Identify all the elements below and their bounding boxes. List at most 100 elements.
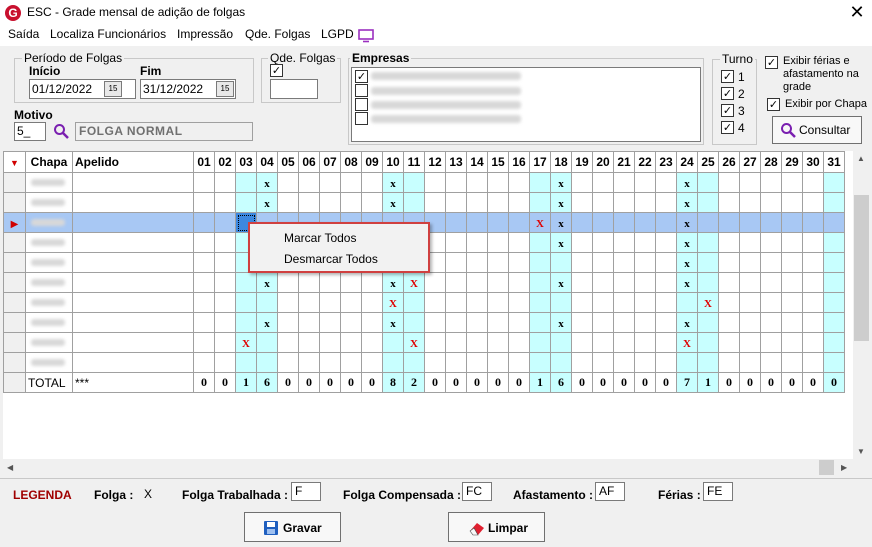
day-cell-05[interactable] bbox=[277, 312, 299, 333]
scroll-down-icon[interactable]: ▼ bbox=[857, 447, 865, 456]
table-row[interactable]: xxxx bbox=[3, 192, 845, 213]
day-cell-19[interactable] bbox=[571, 192, 593, 213]
day-cell-15[interactable] bbox=[487, 352, 509, 373]
header-day-08[interactable]: 08 bbox=[340, 151, 362, 173]
header-day-23[interactable]: 23 bbox=[655, 151, 677, 173]
day-cell-22[interactable] bbox=[634, 232, 656, 253]
day-cell-11[interactable] bbox=[403, 192, 425, 213]
day-cell-24[interactable]: x bbox=[676, 172, 698, 193]
day-cell-01[interactable] bbox=[193, 352, 215, 373]
day-cell-08[interactable] bbox=[340, 172, 362, 193]
day-cell-15[interactable] bbox=[487, 232, 509, 253]
day-cell-31[interactable] bbox=[823, 212, 845, 233]
day-cell-31[interactable] bbox=[823, 272, 845, 293]
day-cell-07[interactable] bbox=[319, 312, 341, 333]
day-cell-24[interactable]: x bbox=[676, 272, 698, 293]
turno-1-checkbox[interactable]: ✓ bbox=[721, 70, 734, 83]
empresa-checkbox[interactable] bbox=[355, 84, 368, 97]
day-cell-29[interactable] bbox=[781, 232, 803, 253]
day-cell-30[interactable] bbox=[802, 352, 824, 373]
day-cell-21[interactable] bbox=[613, 192, 635, 213]
day-cell-04[interactable] bbox=[256, 292, 278, 313]
day-cell-16[interactable] bbox=[508, 212, 530, 233]
day-cell-28[interactable] bbox=[760, 332, 782, 353]
day-cell-04[interactable]: x bbox=[256, 272, 278, 293]
day-cell-22[interactable] bbox=[634, 332, 656, 353]
apelido-cell[interactable] bbox=[72, 332, 194, 353]
day-cell-19[interactable] bbox=[571, 312, 593, 333]
day-cell-01[interactable] bbox=[193, 172, 215, 193]
day-cell-31[interactable] bbox=[823, 192, 845, 213]
day-cell-18[interactable]: x bbox=[550, 272, 572, 293]
menu-localiza-funcionarios[interactable]: Localiza Funcionários bbox=[50, 27, 166, 41]
legend-afastamento-field[interactable]: AF bbox=[595, 482, 625, 501]
row-indicator[interactable] bbox=[3, 332, 26, 353]
day-cell-19[interactable] bbox=[571, 212, 593, 233]
day-cell-18[interactable]: x bbox=[550, 192, 572, 213]
day-cell-18[interactable] bbox=[550, 352, 572, 373]
day-cell-30[interactable] bbox=[802, 252, 824, 273]
header-day-02[interactable]: 02 bbox=[214, 151, 236, 173]
day-cell-23[interactable] bbox=[655, 192, 677, 213]
day-cell-20[interactable] bbox=[592, 192, 614, 213]
table-row[interactable]: x x Xx x bbox=[3, 272, 845, 293]
header-chapa[interactable]: Chapa bbox=[25, 151, 73, 173]
day-cell-01[interactable] bbox=[193, 232, 215, 253]
day-cell-12[interactable] bbox=[424, 272, 446, 293]
exibir-chapa-checkbox[interactable]: ✓ bbox=[767, 98, 780, 111]
day-cell-11[interactable] bbox=[403, 292, 425, 313]
day-cell-22[interactable] bbox=[634, 212, 656, 233]
day-cell-15[interactable] bbox=[487, 172, 509, 193]
day-cell-18[interactable] bbox=[550, 252, 572, 273]
header-day-27[interactable]: 27 bbox=[739, 151, 761, 173]
header-day-05[interactable]: 05 bbox=[277, 151, 299, 173]
day-cell-30[interactable] bbox=[802, 312, 824, 333]
day-cell-28[interactable] bbox=[760, 352, 782, 373]
menu-lgpd[interactable]: LGPD bbox=[321, 27, 354, 41]
day-cell-24[interactable]: x bbox=[676, 252, 698, 273]
day-cell-16[interactable] bbox=[508, 352, 530, 373]
row-indicator[interactable] bbox=[3, 232, 26, 253]
row-indicator[interactable] bbox=[3, 352, 26, 373]
header-day-13[interactable]: 13 bbox=[445, 151, 467, 173]
day-cell-12[interactable] bbox=[424, 172, 446, 193]
day-cell-23[interactable] bbox=[655, 212, 677, 233]
day-cell-17[interactable] bbox=[529, 352, 551, 373]
header-day-03[interactable]: 03 bbox=[235, 151, 257, 173]
day-cell-20[interactable] bbox=[592, 252, 614, 273]
consultar-button[interactable]: Consultar bbox=[772, 116, 862, 144]
day-cell-20[interactable] bbox=[592, 312, 614, 333]
day-cell-04[interactable] bbox=[256, 352, 278, 373]
day-cell-31[interactable] bbox=[823, 252, 845, 273]
day-cell-11[interactable]: X bbox=[403, 332, 425, 353]
table-row[interactable]: XX bbox=[3, 292, 845, 313]
day-cell-25[interactable] bbox=[697, 232, 719, 253]
day-cell-15[interactable] bbox=[487, 212, 509, 233]
day-cell-26[interactable] bbox=[718, 252, 740, 273]
header-day-19[interactable]: 19 bbox=[571, 151, 593, 173]
day-cell-06[interactable] bbox=[298, 352, 320, 373]
day-cell-22[interactable] bbox=[634, 292, 656, 313]
day-cell-08[interactable] bbox=[340, 352, 362, 373]
day-cell-31[interactable] bbox=[823, 312, 845, 333]
day-cell-13[interactable] bbox=[445, 172, 467, 193]
day-cell-23[interactable] bbox=[655, 252, 677, 273]
day-cell-27[interactable] bbox=[739, 252, 761, 273]
day-cell-20[interactable] bbox=[592, 272, 614, 293]
empresa-checkbox[interactable] bbox=[355, 112, 368, 125]
hscroll-thumb[interactable] bbox=[819, 460, 834, 475]
day-cell-13[interactable] bbox=[445, 352, 467, 373]
header-day-10[interactable]: 10 bbox=[382, 151, 404, 173]
day-cell-05[interactable] bbox=[277, 292, 299, 313]
apelido-cell[interactable] bbox=[72, 352, 194, 373]
empresa-checkbox[interactable]: ✓ bbox=[355, 70, 368, 83]
day-cell-24[interactable]: x bbox=[676, 312, 698, 333]
day-cell-28[interactable] bbox=[760, 272, 782, 293]
day-cell-27[interactable] bbox=[739, 232, 761, 253]
row-indicator[interactable] bbox=[3, 252, 26, 273]
scroll-left-icon[interactable]: ◀ bbox=[7, 463, 13, 472]
day-cell-03[interactable] bbox=[235, 292, 257, 313]
day-cell-19[interactable] bbox=[571, 292, 593, 313]
motivo-code-input[interactable]: 5_ bbox=[14, 122, 46, 141]
monitor-icon[interactable] bbox=[358, 29, 374, 43]
